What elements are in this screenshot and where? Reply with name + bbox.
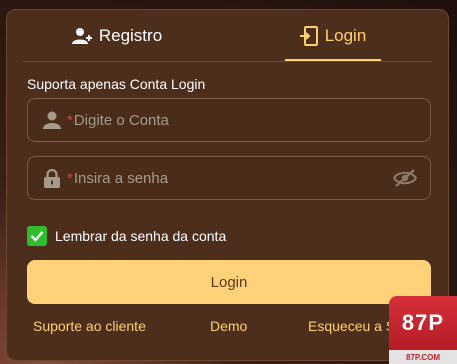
tab-login-label: Login [324, 26, 367, 45]
user-icon [41, 111, 63, 129]
customer-support-link[interactable]: Suporte ao cliente [33, 318, 146, 334]
account-field[interactable]: * [27, 98, 431, 142]
login-caption: Suporta apenas Conta Login [27, 76, 206, 92]
tab-registro-label: Registro [98, 26, 163, 45]
tab-divider [23, 61, 432, 62]
login-button[interactable]: Login [27, 260, 431, 304]
remember-label: Lembrar da senha da conta [55, 228, 227, 244]
remember-checkbox[interactable] [27, 226, 47, 246]
forgot-password-link[interactable]: Esqueceu a S [308, 318, 395, 334]
account-input[interactable] [72, 111, 430, 129]
login-modal: Registro Login Suporta apenas Conta Logi… [6, 9, 449, 361]
brand-logo-text: 87P [389, 296, 457, 350]
demo-link[interactable]: Demo [210, 318, 247, 334]
user-plus-icon [71, 27, 92, 45]
eye-slash-icon[interactable] [392, 169, 418, 187]
door-enter-icon [299, 26, 318, 46]
check-icon [30, 231, 44, 242]
password-input[interactable] [72, 169, 392, 187]
tab-bar: Registro Login [7, 10, 448, 62]
tab-registro[interactable]: Registro [7, 10, 227, 62]
brand-logo: 87P 87P.COM [389, 296, 457, 364]
lock-icon [41, 168, 63, 188]
remember-password[interactable]: Lembrar da senha da conta [27, 226, 226, 246]
tab-login[interactable]: Login [285, 10, 381, 62]
brand-domain: 87P.COM [405, 352, 441, 362]
password-field[interactable]: * [27, 156, 431, 200]
